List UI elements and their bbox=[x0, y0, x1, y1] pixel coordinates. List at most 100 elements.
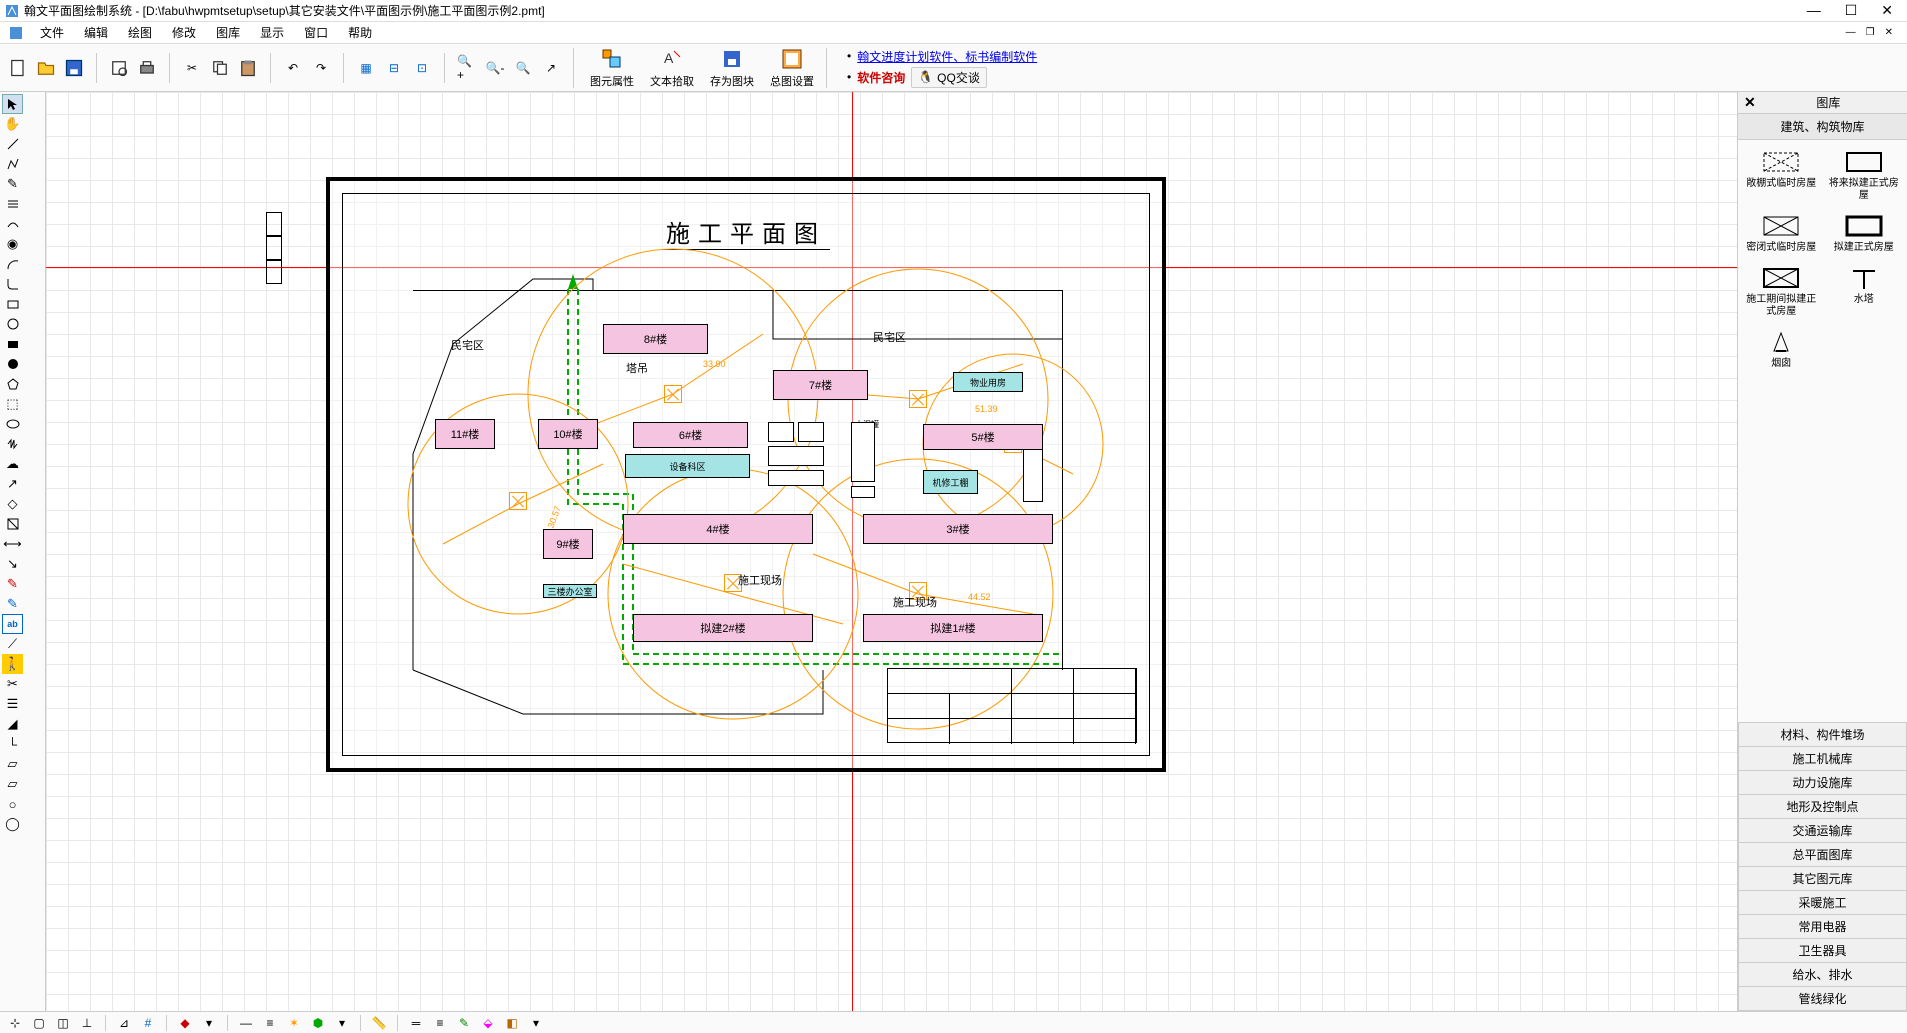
zoom-in-button[interactable]: 🔍+ bbox=[457, 58, 477, 78]
brush-status-button[interactable]: ✎ bbox=[455, 1014, 473, 1032]
pencil-tool[interactable]: ✎ bbox=[2, 174, 23, 194]
menu-help[interactable]: 帮助 bbox=[338, 22, 382, 43]
category-9[interactable]: 卫生器具 bbox=[1738, 939, 1907, 963]
building-b5[interactable]: 5#楼 bbox=[923, 424, 1043, 450]
arrow-tool[interactable]: ↗ bbox=[2, 474, 23, 494]
dropdown-status[interactable]: ▾ bbox=[527, 1014, 545, 1032]
print-preview-button[interactable] bbox=[109, 58, 129, 78]
equipment-eq2[interactable]: 物业用房 bbox=[953, 372, 1023, 392]
minimize-button[interactable]: — bbox=[1807, 2, 1821, 19]
menu-modify[interactable]: 修改 bbox=[162, 22, 206, 43]
gradient-button[interactable]: ◧ bbox=[503, 1014, 521, 1032]
building-b6[interactable]: 6#楼 bbox=[633, 422, 748, 448]
layer-button[interactable]: ◆ bbox=[176, 1014, 194, 1032]
drawing-canvas[interactable]: 施工平面图 bbox=[46, 92, 1737, 1011]
ring-tool[interactable]: ◯ bbox=[2, 814, 23, 834]
mdi-restore[interactable]: ❐ bbox=[1866, 27, 1875, 38]
mode2-button[interactable]: ≡ bbox=[431, 1014, 449, 1032]
break-tool[interactable]: ✂ bbox=[2, 674, 23, 694]
undo-button[interactable]: ↶ bbox=[283, 58, 303, 78]
circle-tool[interactable] bbox=[2, 314, 23, 334]
lineweight-button[interactable]: ≡ bbox=[261, 1014, 279, 1032]
group-button[interactable]: ⬢ bbox=[309, 1014, 327, 1032]
ungroup-button[interactable]: ▾ bbox=[333, 1014, 351, 1032]
palette-item-6[interactable]: 烟囱 bbox=[1742, 326, 1821, 372]
copy-button[interactable] bbox=[210, 58, 230, 78]
zoom-fit-button[interactable]: 🔍 bbox=[513, 58, 533, 78]
building-b8[interactable]: 8#楼 bbox=[603, 324, 708, 354]
maximize-button[interactable]: ☐ bbox=[1845, 2, 1858, 19]
category-11[interactable]: 管线绿化 bbox=[1738, 987, 1907, 1011]
pan-tool[interactable]: ✋ bbox=[2, 114, 23, 134]
fillet-tool[interactable] bbox=[2, 274, 23, 294]
line-tool[interactable] bbox=[2, 134, 23, 154]
palette-item-4[interactable]: 施工期间拟建正式房屋 bbox=[1742, 262, 1821, 320]
spiral-tool[interactable]: ◉ bbox=[2, 234, 23, 254]
distribute-v-button[interactable]: ⊡ bbox=[412, 58, 432, 78]
library-close-button[interactable]: ✕ bbox=[1744, 94, 1756, 111]
callout-tool[interactable]: ⟋ bbox=[2, 634, 23, 654]
save-button[interactable] bbox=[64, 58, 84, 78]
snap-perp[interactable]: ⊥ bbox=[78, 1014, 96, 1032]
spline-tool[interactable]: ◇ bbox=[2, 494, 23, 514]
leader-tool[interactable]: ↘ bbox=[2, 554, 23, 574]
menu-file[interactable]: 文件 bbox=[30, 22, 74, 43]
building-b9[interactable]: 9#楼 bbox=[543, 529, 593, 559]
dimension-tool[interactable]: ⟷ bbox=[2, 534, 23, 554]
category-10[interactable]: 给水、排水 bbox=[1738, 963, 1907, 987]
save-block-button[interactable]: 存为图块 bbox=[706, 45, 758, 91]
polygon-tool[interactable] bbox=[2, 374, 23, 394]
building-b4[interactable]: 4#楼 bbox=[623, 514, 813, 544]
print-button[interactable] bbox=[137, 58, 157, 78]
category-5[interactable]: 总平面图库 bbox=[1738, 843, 1907, 867]
align-button[interactable]: ▦ bbox=[356, 58, 376, 78]
select-tool[interactable] bbox=[2, 94, 23, 114]
equipment-eq4[interactable]: 三楼办公室 bbox=[543, 584, 597, 598]
category-3[interactable]: 地形及控制点 bbox=[1738, 795, 1907, 819]
snap-endpoint[interactable]: ⊹ bbox=[6, 1014, 24, 1032]
zoom-out-button[interactable]: 🔍- bbox=[485, 58, 505, 78]
shape1-tool[interactable]: ▱ bbox=[2, 754, 23, 774]
person-tool[interactable]: 🚶 bbox=[2, 654, 23, 674]
palette-item-3[interactable]: 拟建正式房屋 bbox=[1825, 210, 1904, 256]
open-file-button[interactable] bbox=[36, 58, 56, 78]
wave-tool[interactable] bbox=[2, 434, 23, 454]
snap-center[interactable]: ◫ bbox=[54, 1014, 72, 1032]
palette-item-2[interactable]: 密闭式临时房屋 bbox=[1742, 210, 1821, 256]
arc-tool[interactable] bbox=[2, 254, 23, 274]
category-2[interactable]: 动力设施库 bbox=[1738, 771, 1907, 795]
filled-rect-tool[interactable] bbox=[2, 334, 23, 354]
category-1[interactable]: 施工机械库 bbox=[1738, 747, 1907, 771]
close-button[interactable]: ✕ bbox=[1881, 2, 1893, 19]
element-props-button[interactable]: 图元属性 bbox=[586, 45, 638, 91]
building-b11[interactable]: 11#楼 bbox=[435, 419, 495, 449]
related-software-link[interactable]: 翰文进度计划软件、标书编制软件 bbox=[857, 48, 1037, 65]
mdi-close[interactable]: ✕ bbox=[1885, 27, 1893, 38]
equipment-eq3[interactable]: 机修工棚 bbox=[923, 470, 978, 494]
measure-button[interactable]: 📏 bbox=[370, 1014, 388, 1032]
oval-tool[interactable]: ○ bbox=[2, 794, 23, 814]
equipment-eq1[interactable]: 设备科区 bbox=[625, 454, 750, 478]
angle-tool[interactable]: ◢ bbox=[2, 714, 23, 734]
palette-item-0[interactable]: 敞棚式临时房屋 bbox=[1742, 146, 1821, 204]
brush-tool[interactable]: ✎ bbox=[2, 594, 23, 614]
building-b3[interactable]: 3#楼 bbox=[863, 514, 1053, 544]
cloud-tool[interactable]: ☁ bbox=[2, 454, 23, 474]
building-bp2[interactable]: 拟建2#楼 bbox=[633, 614, 813, 642]
text-tool[interactable]: ab bbox=[2, 614, 23, 634]
ortho-toggle[interactable]: ⊿ bbox=[115, 1014, 133, 1032]
category-7[interactable]: 采暖施工 bbox=[1738, 891, 1907, 915]
category-4[interactable]: 交通运输库 bbox=[1738, 819, 1907, 843]
new-file-button[interactable] bbox=[8, 58, 28, 78]
qq-chat-button[interactable]: 🐧 QQ交谈 bbox=[911, 67, 987, 88]
door-tool[interactable] bbox=[2, 514, 23, 534]
snap-midpoint[interactable]: ▢ bbox=[30, 1014, 48, 1032]
shape2-tool[interactable]: ▱ bbox=[2, 774, 23, 794]
building-bp1[interactable]: 拟建1#楼 bbox=[863, 614, 1043, 642]
explode-button[interactable]: ✶ bbox=[285, 1014, 303, 1032]
grid-toggle[interactable]: # bbox=[139, 1014, 157, 1032]
filled-circle-tool[interactable] bbox=[2, 354, 23, 374]
category-8[interactable]: 常用电器 bbox=[1738, 915, 1907, 939]
ellipse-tool[interactable] bbox=[2, 414, 23, 434]
color-button[interactable]: ▾ bbox=[200, 1014, 218, 1032]
